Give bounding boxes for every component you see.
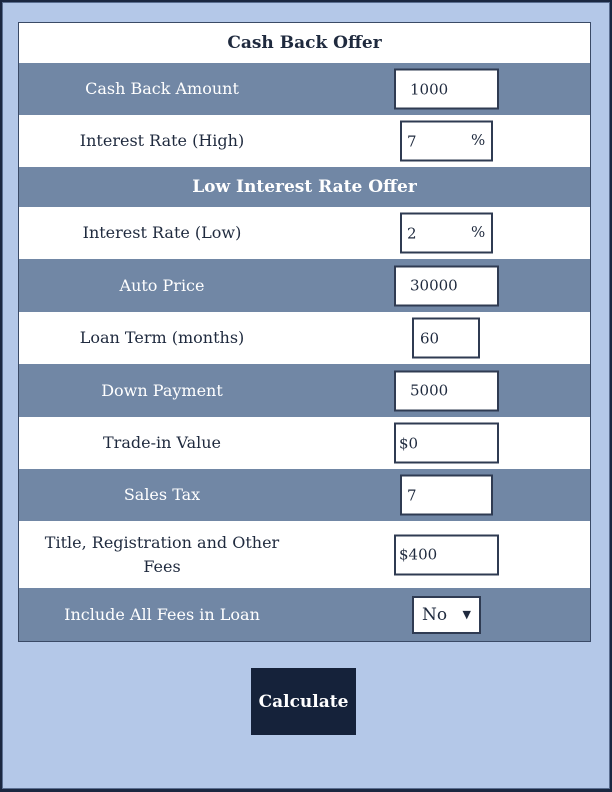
interest-low-label: Interest Rate (Low) [82,223,242,242]
interest-high-label: Interest Rate (High) [79,131,245,150]
row-down-payment: Down Payment [19,364,590,417]
loan-term-label: Loan Term (months) [79,328,245,347]
loan-term-input[interactable] [412,317,480,359]
trade-in-input[interactable] [394,422,499,464]
row-cash-back-amount: Cash Back Amount [19,63,590,115]
row-interest-low: Interest Rate (Low) % [19,207,590,259]
percent-unit: % [471,223,486,242]
row-trade-in: Trade-in Value [19,417,590,469]
auto-price-input[interactable] [394,265,499,306]
sales-tax-input[interactable] [400,474,493,516]
row-include-fees: Include All Fees in Loan No ▼ [19,588,590,641]
row-loan-term: Loan Term (months) [19,312,590,364]
cash-back-amount-label: Cash Back Amount [85,79,239,98]
caret-down-icon: ▼ [462,608,471,621]
down-payment-input[interactable] [394,370,499,411]
include-fees-value: No [422,604,448,625]
auto-price-label: Auto Price [119,275,205,295]
fees-label: Title, Registration and Other Fees [44,532,280,576]
section-cash-back: Cash Back Offer [19,23,590,63]
sales-tax-label: Sales Tax [123,485,201,504]
section-low-interest: Low Interest Rate Offer [19,167,590,207]
down-payment-label: Down Payment [101,380,223,400]
include-fees-select[interactable]: No ▼ [412,595,481,634]
row-fees: Title, Registration and Other Fees [19,521,590,588]
percent-unit: % [471,131,486,150]
trade-in-label: Trade-in Value [103,433,221,452]
fees-input[interactable] [394,534,499,575]
row-sales-tax: Sales Tax [19,469,590,521]
include-fees-label: Include All Fees in Loan [64,604,260,624]
row-interest-high: Interest Rate (High) % [19,115,590,167]
cash-back-amount-input[interactable] [394,68,499,110]
calculate-button[interactable]: Calculate [251,668,356,735]
row-auto-price: Auto Price [19,259,590,312]
auto-loan-form: Cash Back Offer Cash Back Amount Interes… [18,22,591,642]
